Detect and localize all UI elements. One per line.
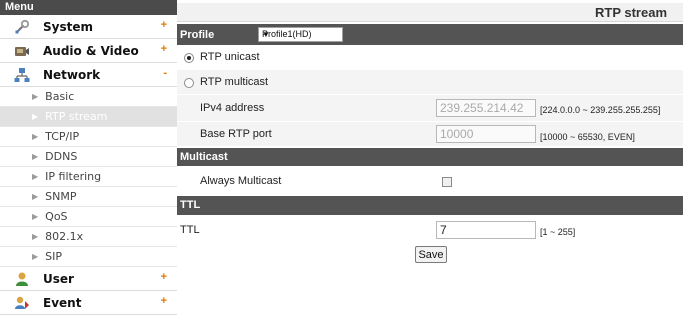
sidebar-item-802-1x[interactable]: ▶ 802.1x: [0, 227, 177, 247]
tools-icon: [14, 19, 30, 35]
ipv4-address-row: IPv4 address [224.0.0.0 ~ 239.255.255.25…: [177, 95, 683, 121]
base-rtp-port-hint: [10000 ~ 65530, EVEN]: [540, 132, 635, 142]
menu-event-label: Event: [43, 295, 82, 310]
chevron-down-icon: ▼: [262, 30, 270, 39]
multicast-section-bar: Multicast: [177, 148, 683, 166]
base-rtp-port-row: Base RTP port [10000 ~ 65530, EVEN]: [177, 122, 683, 146]
ttl-section-bar: TTL: [177, 196, 683, 215]
always-multicast-row: Always Multicast: [177, 166, 683, 192]
sidebar-item-label: TCP/IP: [45, 130, 80, 143]
base-rtp-port-label: Base RTP port: [200, 128, 272, 140]
profile-label: Profile: [180, 29, 215, 41]
sidebar-item-label: 802.1x: [45, 230, 84, 243]
main-panel: RTP stream Profile Profile1(HD) ▼ RTP un…: [177, 0, 683, 325]
ttl-label: TTL: [180, 224, 200, 236]
menu-audio-video-label: Audio & Video: [43, 43, 139, 58]
user-icon: [14, 271, 30, 287]
chevron-right-icon: ▶: [32, 172, 39, 181]
collapse-minus-icon[interactable]: -: [163, 67, 167, 79]
menu-event[interactable]: Event +: [0, 291, 177, 315]
expand-plus-icon[interactable]: +: [161, 295, 167, 307]
expand-plus-icon[interactable]: +: [161, 271, 167, 283]
ttl-input[interactable]: [436, 221, 536, 239]
expand-plus-icon[interactable]: +: [161, 43, 167, 55]
multicast-section-label: Multicast: [180, 151, 228, 163]
sidebar-item-label: IP filtering: [45, 170, 102, 183]
rtp-unicast-label: RTP unicast: [200, 51, 260, 63]
menu-system[interactable]: System +: [0, 15, 177, 39]
ipv4-address-input[interactable]: [436, 99, 536, 117]
chevron-right-icon: ▶: [32, 252, 39, 261]
save-button[interactable]: Save: [415, 246, 447, 263]
chevron-right-icon: ▶: [32, 92, 39, 101]
sidebar-item-ip-filtering[interactable]: ▶ IP filtering: [0, 167, 177, 187]
sidebar-item-sip[interactable]: ▶ SIP: [0, 247, 177, 267]
profile-dropdown[interactable]: Profile1(HD) ▼: [258, 27, 343, 42]
menu-user-label: User: [43, 271, 74, 286]
rtp-multicast-label: RTP multicast: [200, 76, 269, 88]
chevron-right-icon: ▶: [32, 132, 39, 141]
ipv4-address-label: IPv4 address: [200, 102, 265, 114]
always-multicast-checkbox[interactable]: [442, 177, 452, 187]
menu-system-label: System: [43, 19, 93, 34]
sidebar-item-label: QoS: [45, 210, 68, 223]
rtp-multicast-radio[interactable]: [184, 78, 194, 88]
sidebar-item-label: RTP stream: [45, 110, 108, 123]
rtp-unicast-radio[interactable]: [184, 53, 194, 63]
chevron-right-icon: ▶: [32, 232, 39, 241]
base-rtp-port-input[interactable]: [436, 125, 536, 143]
chevron-right-icon: ▶: [32, 192, 39, 201]
rtp-multicast-row: RTP multicast: [177, 70, 683, 94]
ttl-section-label: TTL: [180, 199, 201, 211]
rtp-unicast-row: RTP unicast: [177, 45, 683, 69]
ttl-hint: [1 ~ 255]: [540, 227, 576, 237]
sidebar-item-ddns[interactable]: ▶ DDNS: [0, 147, 177, 167]
ipv4-address-hint: [224.0.0.0 ~ 239.255.255.255]: [540, 105, 661, 115]
sidebar-item-snmp[interactable]: ▶ SNMP: [0, 187, 177, 207]
sidebar-item-label: DDNS: [45, 150, 78, 163]
sidebar-item-tcp-ip[interactable]: ▶ TCP/IP: [0, 127, 177, 147]
menu-audio-video[interactable]: Audio & Video +: [0, 39, 177, 63]
page-title: RTP stream: [595, 5, 668, 20]
profile-section-bar: Profile Profile1(HD) ▼: [177, 24, 683, 45]
always-multicast-label: Always Multicast: [200, 175, 282, 187]
sidebar-menu: Menu System + Audio & Video + Network - …: [0, 0, 177, 325]
title-bar: RTP stream: [177, 3, 683, 22]
sidebar-item-label: SNMP: [45, 190, 77, 203]
menu-network-label: Network: [43, 67, 101, 82]
network-icon: [14, 67, 30, 83]
sidebar-item-rtp-stream[interactable]: ▶ RTP stream: [0, 107, 177, 127]
chevron-right-icon: ▶: [32, 112, 39, 121]
event-icon: [14, 295, 30, 311]
menu-network[interactable]: Network -: [0, 63, 177, 87]
menu-header: Menu: [0, 0, 177, 15]
expand-plus-icon[interactable]: +: [161, 19, 167, 31]
sidebar-item-basic[interactable]: ▶ Basic: [0, 87, 177, 107]
chevron-right-icon: ▶: [32, 152, 39, 161]
ttl-row: TTL [1 ~ 255]: [177, 217, 683, 242]
camera-icon: [14, 43, 30, 59]
sidebar-item-qos[interactable]: ▶ QoS: [0, 207, 177, 227]
sidebar-item-label: Basic: [45, 90, 75, 103]
chevron-right-icon: ▶: [32, 212, 39, 221]
menu-user[interactable]: User +: [0, 267, 177, 291]
sidebar-item-label: SIP: [45, 250, 63, 263]
